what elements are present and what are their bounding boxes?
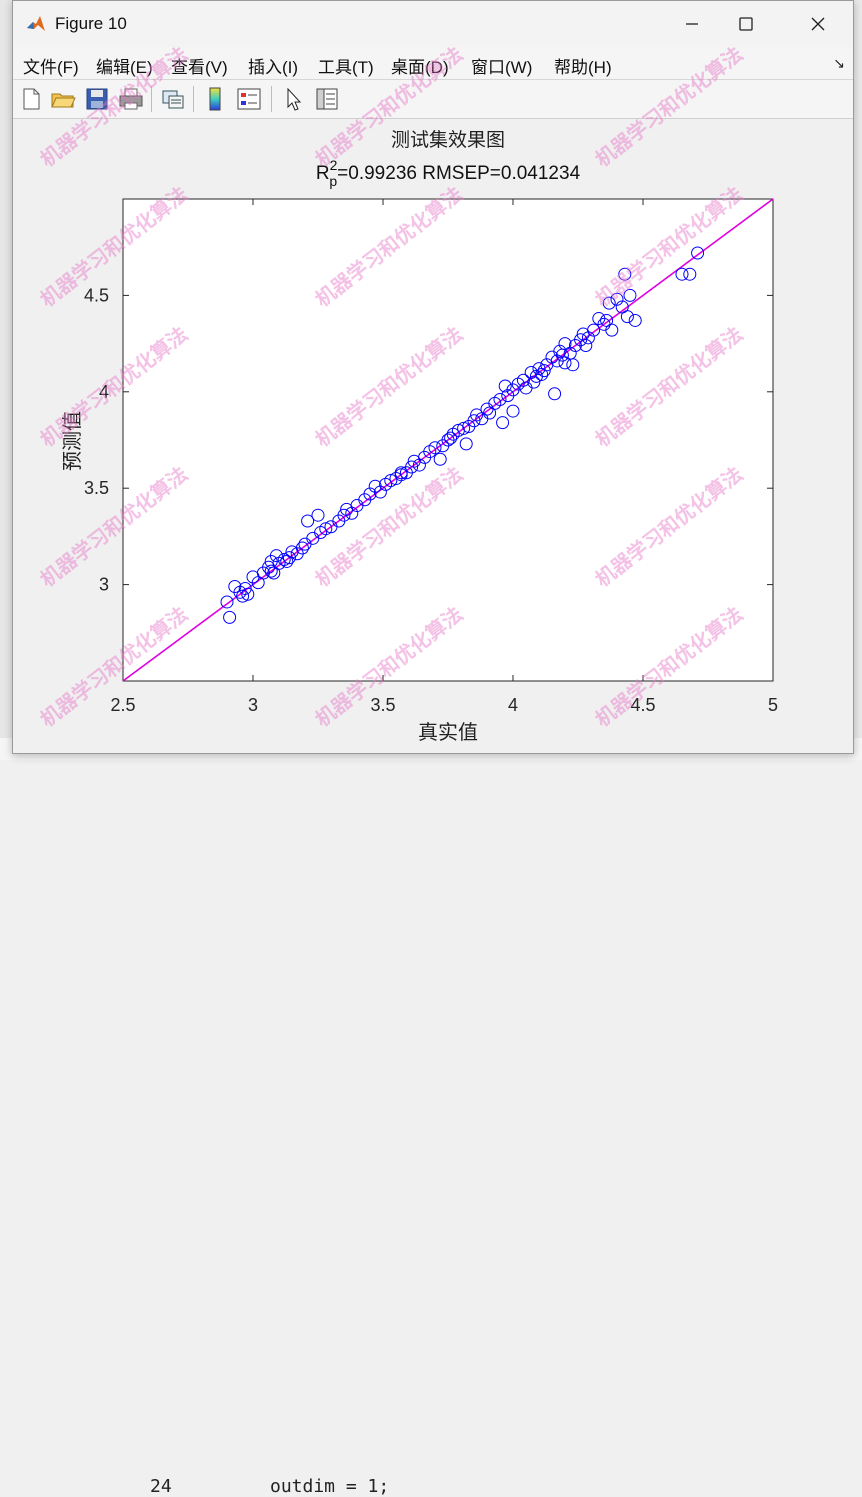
close-button[interactable] <box>793 7 843 41</box>
dock-arrow-icon[interactable]: ↘ <box>833 55 845 72</box>
print-icon[interactable] <box>117 85 145 113</box>
legend-icon[interactable] <box>235 85 263 113</box>
line-number: 24 <box>150 1476 172 1497</box>
maximize-button[interactable] <box>721 7 771 41</box>
y-tick-label: 3.5 <box>84 478 109 498</box>
menu-view[interactable]: 查看(V) <box>171 53 228 78</box>
y-axis-label: 预测值 <box>61 411 84 471</box>
x-tick-label: 5 <box>768 695 778 715</box>
save-icon[interactable] <box>83 85 111 113</box>
x-tick-label: 3 <box>248 695 258 715</box>
colorbar-icon[interactable] <box>201 85 229 113</box>
subtitle-r: R <box>316 163 330 184</box>
menu-file[interactable]: 文件(F) <box>23 53 79 78</box>
toolbar-separator <box>193 86 194 112</box>
minimize-button[interactable] <box>667 7 717 41</box>
open-folder-icon[interactable] <box>49 85 77 113</box>
toolbar-separator <box>271 86 272 112</box>
chart-subtitle: R2 p=0.99236 RMSEP=0.041234 <box>316 157 581 189</box>
x-tick-label: 3.5 <box>370 695 395 715</box>
menu-window[interactable]: 窗口(W) <box>471 53 532 78</box>
menu-tools[interactable]: 工具(T) <box>318 53 374 78</box>
pointer-icon[interactable] <box>279 85 307 113</box>
maximize-icon <box>739 17 753 31</box>
close-icon <box>811 17 825 31</box>
figure-toolbar <box>13 80 853 119</box>
x-tick-label: 4 <box>508 695 518 715</box>
code-text: outdim = 1; <box>270 1476 390 1497</box>
menu-edit[interactable]: 编辑(E) <box>96 53 153 78</box>
minimize-icon <box>686 23 698 25</box>
window-title: Figure 10 <box>55 14 127 33</box>
chart-title: 测试集效果图 <box>391 129 505 151</box>
menu-desktop[interactable]: 桌面(D) <box>391 53 449 78</box>
scatter-chart: 测试集效果图 R2 p=0.99236 RMSEP=0.041234 2.5 3 3.… <box>61 129 778 744</box>
new-figure-icon[interactable] <box>17 85 45 113</box>
matlab-icon <box>27 16 45 31</box>
figure-window: Figure 10 文件(F) 编辑(E) 查看(V) 插入(I) 工具(T) … <box>12 0 854 754</box>
subtitle-sub: p <box>329 173 337 189</box>
toolbar-separator <box>151 86 152 112</box>
y-tick-label: 4 <box>99 382 109 402</box>
x-tick-label: 4.5 <box>630 695 655 715</box>
x-tick-label: 2.5 <box>110 695 135 715</box>
y-tick-label: 4.5 <box>84 285 109 305</box>
link-plot-icon[interactable] <box>159 85 187 113</box>
menu-help[interactable]: 帮助(H) <box>554 53 612 78</box>
title-bar[interactable]: Figure 10 <box>13 1 853 47</box>
subtitle-rest: =0.99236 RMSEP=0.041234 <box>337 163 580 184</box>
menu-bar: 文件(F) 编辑(E) 查看(V) 插入(I) 工具(T) 桌面(D) 窗口(W… <box>13 47 853 80</box>
menu-insert[interactable]: 插入(I) <box>248 53 298 78</box>
property-editor-icon[interactable] <box>313 85 341 113</box>
figure-canvas: 测试集效果图 R2 p=0.99236 RMSEP=0.041234 2.5 3 3.… <box>13 119 853 753</box>
x-axis-label: 真实值 <box>418 721 478 744</box>
y-tick-label: 3 <box>99 575 109 595</box>
